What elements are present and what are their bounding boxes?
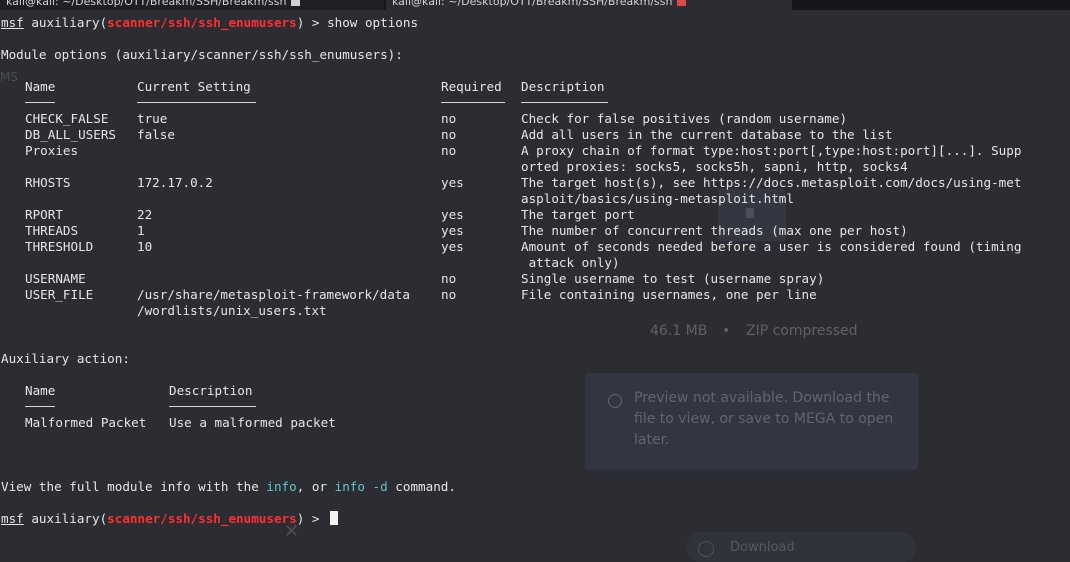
option-name: USER_FILE (25, 287, 94, 302)
header-rule (169, 406, 256, 407)
option-name: Proxies (25, 143, 79, 158)
command-text: show options (327, 15, 419, 30)
close-tab-icon[interactable] (676, 0, 686, 6)
header-rule (25, 102, 55, 103)
download-icon (698, 541, 714, 557)
tab-terminal-1[interactable]: kali@kali: ~/Desktop/OTT/Breakm/SSH/Brea… (0, 0, 384, 10)
option-name: THRESHOLD (25, 239, 94, 254)
info-keyword: info (266, 479, 297, 494)
option-required: no (441, 271, 457, 286)
option-description: Add all users in the current database to… (521, 127, 893, 142)
tab-label: kali@kali: ~/Desktop/OTT/Breakm/SSH/Brea… (392, 0, 673, 8)
text-cursor (330, 511, 339, 525)
overlay-dot: • (722, 323, 731, 339)
header-rule (137, 102, 256, 103)
option-required: no (441, 127, 457, 142)
tab-terminal-2[interactable]: kali@kali: ~/Desktop/OTT/Breakm/SSH/Brea… (386, 0, 792, 10)
action-description: Use a malformed packet (169, 415, 336, 430)
msf-label: msf (1, 15, 24, 30)
module-path: scanner/ssh/ssh_enumusers (107, 511, 297, 526)
option-current: 1 (137, 223, 145, 238)
file-icon (746, 208, 754, 218)
overlay-download-button (686, 532, 916, 562)
option-description: Single username to test (username spray) (521, 271, 825, 286)
header-required: Required (441, 79, 502, 94)
option-description-cont: orted proxies: socks5, socks5h, sapni, h… (521, 159, 908, 174)
option-current: /usr/share/metasploit-framework/data (137, 287, 410, 302)
overlay-download-label: Download (730, 540, 795, 555)
option-current: 22 (137, 207, 153, 222)
header-rule (521, 102, 608, 103)
option-description: The number of concurrent threads (max on… (521, 223, 908, 238)
aux-action-heading: Auxiliary action: (1, 351, 130, 366)
option-required: no (441, 111, 457, 126)
option-current: false (137, 127, 175, 142)
overlay-ms-label: MS (0, 70, 18, 84)
option-required: yes (441, 223, 464, 238)
option-current-cont: /wordlists/unix_users.txt (137, 303, 327, 318)
header-rule (441, 102, 505, 103)
option-name: THREADS (25, 223, 79, 238)
option-current: true (137, 111, 168, 126)
option-current: 172.17.0.2 (137, 175, 213, 190)
option-name: CHECK_FALSE (25, 111, 109, 126)
action-header-description: Description (169, 383, 253, 398)
prompt-line: msf auxiliary(scanner/ssh/ssh_enumusers)… (1, 15, 419, 30)
prompt-line-active[interactable]: msf auxiliary(scanner/ssh/ssh_enumusers)… (1, 511, 339, 527)
overlay-compressed: ZIP compressed (746, 323, 858, 339)
option-required: no (441, 143, 457, 158)
header-description: Description (521, 79, 605, 94)
option-description-cont: attack only) (521, 255, 620, 270)
overlay-file-size: 46.1 MB (650, 323, 708, 339)
option-current: 10 (137, 239, 153, 254)
overlay-preview-text: Preview not available. Download the file… (634, 390, 894, 448)
option-required: yes (441, 239, 464, 254)
option-description: The target host(s), see https://docs.met… (521, 175, 1022, 190)
option-description: A proxy chain of format type:host:port[,… (521, 143, 1022, 158)
info-line: View the full module info with the info,… (1, 479, 456, 494)
option-description: Check for false positives (random userna… (521, 111, 848, 126)
header-name: Name (25, 79, 56, 94)
info-icon (608, 394, 622, 408)
option-description: File containing usernames, one per line (521, 287, 817, 302)
option-description: Amount of seconds needed before a user i… (521, 239, 1022, 254)
action-header-name: Name (25, 383, 56, 398)
tab-label: kali@kali: ~/Desktop/OTT/Breakm/SSH/Brea… (6, 0, 287, 8)
terminal-icon (290, 0, 300, 6)
module-options-heading: Module options (auxiliary/scanner/ssh/ss… (1, 47, 403, 62)
action-name: Malformed Packet (25, 415, 147, 430)
option-required: yes (441, 207, 464, 222)
option-description: The target port (521, 207, 635, 222)
option-name: RPORT (25, 207, 63, 222)
tab-bar: kali@kali: ~/Desktop/OTT/Breakm/SSH/Brea… (0, 0, 1070, 10)
module-path: scanner/ssh/ssh_enumusers (107, 15, 297, 30)
option-name: USERNAME (25, 271, 86, 286)
option-name: DB_ALL_USERS (25, 127, 116, 142)
header-current-setting: Current Setting (137, 79, 251, 94)
info-d-keyword: info -d (334, 479, 388, 494)
option-required: yes (441, 175, 464, 190)
option-required: no (441, 287, 457, 302)
option-name: RHOSTS (25, 175, 71, 190)
msf-label: msf (1, 511, 24, 526)
option-description-cont: asploit/basics/using-metasploit.html (521, 191, 794, 206)
header-rule (25, 406, 55, 407)
